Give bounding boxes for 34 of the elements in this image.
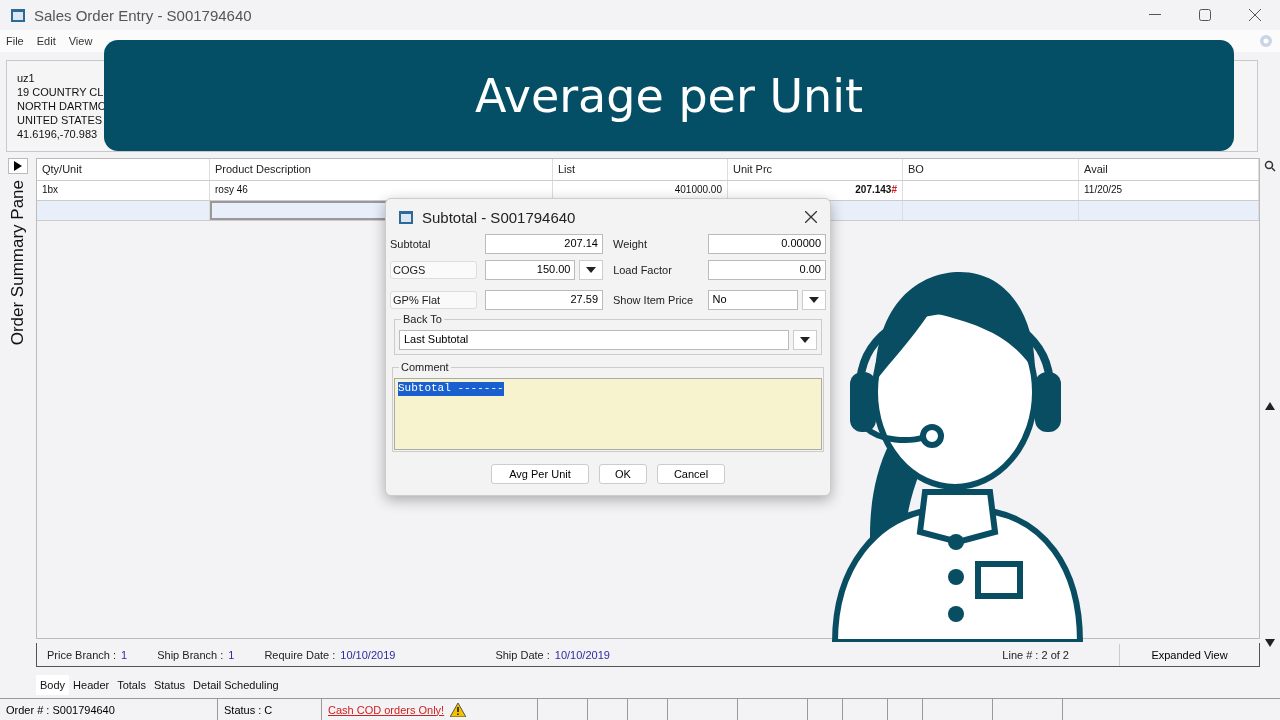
- address-line: uz1: [17, 71, 36, 85]
- info-value: 10/10/2019: [340, 648, 396, 661]
- field-label: Show Item Price: [613, 294, 695, 306]
- info-label: Require Date :: [264, 648, 336, 661]
- info-label: Ship Branch :: [157, 648, 224, 661]
- address-line: 19 COUNTRY CL: [17, 85, 105, 99]
- table-cell: 11/20/25: [1079, 181, 1259, 200]
- column-header: BO: [903, 159, 1079, 180]
- dialog-title: Subtotal - S001794640: [422, 208, 576, 226]
- column-header: Qty/Unit: [37, 159, 210, 180]
- info-label: Price Branch :: [47, 648, 117, 661]
- field-label: Load Factor: [613, 264, 673, 276]
- selected-text: Subtotal -------: [398, 382, 504, 396]
- order-status: Status : C: [218, 699, 322, 720]
- banner-title: Average per Unit: [474, 68, 864, 123]
- line-number: Line # : 2 of 2: [1002, 648, 1069, 661]
- group-label: Back To: [401, 313, 444, 325]
- column-header: Product Description: [210, 159, 553, 180]
- info-value: 1: [121, 648, 128, 661]
- column-header: List: [553, 159, 728, 180]
- address-line: 41.6196,-70.983: [17, 127, 99, 141]
- column-header: Avail: [1079, 159, 1259, 180]
- info-value: 1: [228, 648, 235, 661]
- field-label: Subtotal: [390, 238, 432, 250]
- order-number: Order # : S001794640: [0, 699, 218, 720]
- column-header: Unit Prc: [728, 159, 903, 180]
- field-label: Weight: [613, 238, 649, 250]
- info-value: 10/10/2019: [554, 648, 610, 661]
- window-title: Sales Order Entry - S001794640: [34, 6, 252, 24]
- info-label: Ship Date :: [495, 648, 550, 661]
- table-cell: 1bx: [37, 181, 210, 200]
- address-line: UNITED STATES: [17, 113, 104, 127]
- group-label: Comment: [399, 361, 451, 373]
- pane-label: Order Summary Pane: [8, 180, 28, 346]
